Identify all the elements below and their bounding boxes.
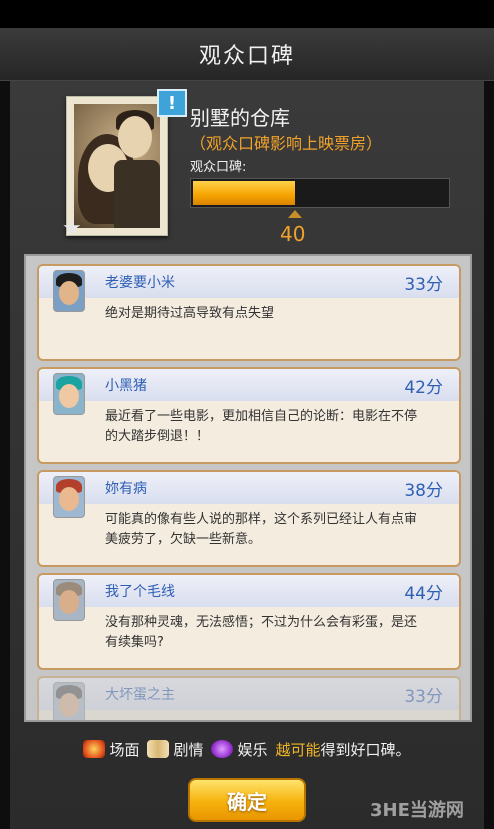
review-item: 我了个毛线 44分 没有那种灵魂，无法感悟；不过为什么会有彩蛋，是还有续集吗?	[37, 573, 461, 670]
review-header	[39, 266, 459, 298]
reputation-bar	[190, 178, 450, 208]
avatar	[53, 476, 85, 518]
review-item: 小黑猪 42分 最近看了一些电影，更加相信自己的论断：电影在不停的大踏步倒退！！	[37, 367, 461, 464]
poster-image	[74, 104, 160, 228]
reputation-bar-fill	[193, 181, 295, 205]
review-score: 33分	[404, 275, 443, 295]
review-item: 妳有病 38分 可能真的像有些人说的那样，这个系列已经让人有点审美疲劳了，欠缺一…	[37, 470, 461, 567]
gem-icon	[211, 740, 234, 758]
review-score: 44分	[404, 584, 443, 604]
status-bar	[0, 0, 494, 28]
alert-icon[interactable]: !	[157, 89, 187, 117]
confirm-button[interactable]: 确定	[188, 778, 306, 822]
reviewer-name: 我了个毛线	[105, 584, 175, 600]
review-text: 最近看了一些电影，更加相信自己的论断：电影在不停的大踏步倒退！！	[105, 409, 418, 444]
reviewer-name: 老婆要小米	[105, 275, 175, 291]
reputation-label: 观众口碑:	[190, 160, 247, 175]
reviewer-name: 妳有病	[105, 481, 147, 497]
avatar	[53, 579, 85, 621]
star-icon: ★	[62, 216, 82, 241]
tag-story: 剧情	[147, 739, 203, 760]
movie-subtitle: （观众口碑影响上映票房）	[190, 134, 383, 153]
hint-highlight: 越可能	[275, 740, 321, 759]
dialog-title: 观众口碑	[198, 44, 295, 69]
review-header	[39, 472, 459, 504]
review-item: 大坏蛋之主 33分	[37, 676, 461, 720]
review-score: 42分	[404, 378, 443, 398]
review-text: 没有那种灵魂，无法感悟；不过为什么会有彩蛋，是还有续集吗?	[105, 615, 418, 650]
avatar	[53, 270, 85, 312]
tag-spectacle: 场面	[83, 739, 139, 760]
review-score: 33分	[404, 687, 443, 707]
reputation-marker-icon	[288, 210, 302, 218]
review-header	[39, 678, 459, 710]
avatar	[53, 682, 85, 720]
book-icon	[147, 740, 170, 758]
review-header	[39, 369, 459, 401]
review-text: 可能真的像有些人说的那样，这个系列已经让人有点审美疲劳了，欠缺一些新意。	[105, 512, 418, 547]
hint-suffix: 得到好口碑。	[320, 740, 411, 759]
review-item: 老婆要小米 33分 绝对是期待过高导致有点失望	[37, 264, 461, 361]
movie-poster[interactable]	[66, 96, 168, 236]
review-header	[39, 575, 459, 607]
movie-title: 别墅的仓库	[190, 106, 290, 130]
avatar	[53, 373, 85, 415]
dialog-header: 观众口碑	[0, 28, 494, 81]
reputation-value: 40	[280, 222, 306, 246]
reviews-list[interactable]: 老婆要小米 33分 绝对是期待过高导致有点失望 小黑猪 42分 最近看了一些电影…	[24, 254, 472, 722]
review-text: 绝对是期待过高导致有点失望	[105, 306, 275, 321]
tag-entertainment: 娱乐	[211, 739, 268, 760]
reviewer-name: 大坏蛋之主	[105, 687, 175, 703]
watermark: 3HE当游网	[370, 800, 464, 821]
explosion-icon	[83, 740, 106, 758]
hint-line: 场面 剧情 娱乐 越可能 得到好口碑。	[0, 736, 494, 762]
reviewer-name: 小黑猪	[105, 378, 147, 394]
review-score: 38分	[404, 481, 443, 501]
